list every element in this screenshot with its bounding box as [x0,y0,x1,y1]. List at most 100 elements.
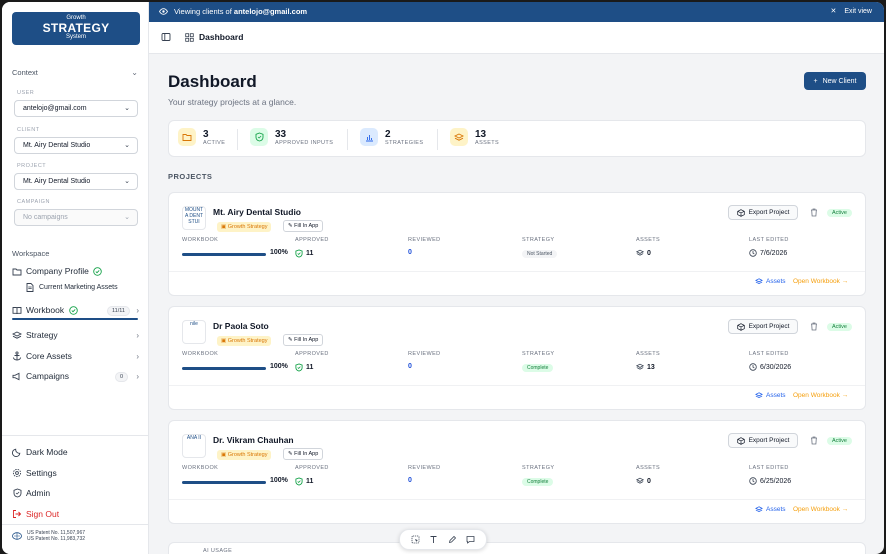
chevron-down-icon[interactable]: ⌄ [131,68,138,77]
layers-icon [12,330,22,340]
layers-icon [755,278,763,285]
project-card[interactable]: ANA II Dr. Vikram Chauhan ▣ Growth Strat… [168,420,866,524]
patent-info: US Patent No. 11,507,967 US Patent No. 1… [12,530,85,542]
project-card[interactable]: MOUNT A DENT STUI Mt. Airy Dental Studio… [168,192,866,296]
sidebar-toggle-icon[interactable] [161,32,171,42]
nav-workbook[interactable]: Workbook [12,305,78,315]
logo-line3: System [65,34,86,40]
open-workbook-link[interactable]: Open Workbook → [793,506,848,513]
folder-icon [12,266,22,276]
workbook-progress-bar [12,318,138,320]
sidebar-divider [2,435,149,436]
nav-strategy[interactable]: Strategy [12,330,58,340]
assets-link[interactable]: Assets [755,278,786,285]
trash-icon[interactable] [810,322,818,331]
dark-mode-label: Dark Mode [26,447,68,457]
context-heading[interactable]: Context [12,68,38,77]
app-frame: Growth STRATEGY System Context ⌄ USER an… [2,2,884,554]
user-select-value: antelojo@gmail.com [23,105,87,112]
export-project-button[interactable]: Export Project [728,319,798,334]
new-client-label: New Client [822,77,857,85]
shield-check-icon [295,363,303,372]
client-select[interactable]: Mt. Airy Dental Studio ⌄ [14,137,138,154]
page-subtitle: Your strategy projects at a glance. [168,97,297,107]
nav-core-assets[interactable]: Core Assets [12,351,72,361]
chevron-right-icon[interactable]: › [136,306,139,315]
assets-link[interactable]: Assets [755,392,786,399]
chevron-right-icon[interactable]: › [136,372,139,381]
project-name[interactable]: Mt. Airy Dental Studio [213,207,301,217]
patent-divider [2,524,149,525]
ai-usage-card: AI USAGE [168,542,866,554]
status-badge: Active [827,209,852,217]
comment-icon[interactable] [466,535,475,544]
open-workbook-link[interactable]: Open Workbook → [793,278,848,285]
approved-value: 11 [295,477,313,486]
project-name[interactable]: Dr. Vikram Chauhan [213,435,294,445]
nav-current-marketing-assets[interactable]: Current Marketing Assets [26,283,118,292]
logout-icon [12,509,22,519]
projects-heading: PROJECTS [168,172,213,181]
select-tool-icon[interactable] [411,535,420,544]
pencil-icon[interactable] [448,535,457,544]
new-client-button[interactable]: + New Client [804,72,866,90]
assets-link[interactable]: Assets [755,506,786,513]
book-icon [12,305,22,315]
trash-icon[interactable] [810,436,818,445]
check-circle-icon [68,305,78,315]
breadcrumb: Dashboard [185,32,243,42]
workbook-progress-bar [182,253,266,256]
close-icon: ✕ [830,8,837,15]
user-select[interactable]: antelojo@gmail.com ⌄ [14,100,138,117]
trash-icon[interactable] [810,208,818,217]
stat-active-value: 3 [203,128,209,140]
nav-admin[interactable]: Admin [12,488,50,498]
check-circle-icon [93,266,103,276]
moon-icon [12,447,22,457]
stat-approved-label: APPROVED INPUTS [275,139,334,146]
text-tool-icon[interactable] [429,535,438,544]
chevron-right-icon[interactable]: › [136,331,139,340]
export-project-button[interactable]: Export Project [728,433,798,448]
banner-email: antelojo@gmail.com [233,7,308,16]
shield-check-icon [295,477,303,486]
workbook-column-label: WORKBOOK [182,351,219,357]
nav-settings[interactable]: Settings [12,468,57,478]
workbook-percent: 100% [270,477,288,484]
export-project-button[interactable]: Export Project [728,205,798,220]
chevron-right-icon[interactable]: › [136,352,139,361]
dark-mode-toggle[interactable]: Dark Mode [12,447,68,457]
project-card[interactable]: nile Dr Paola Soto ▣ Growth Strategy ✎ F… [168,306,866,410]
shield-check-icon [295,249,303,258]
assets-value: 0 [636,249,651,257]
stat-assets-label: ASSETS [475,139,500,146]
exit-view-button[interactable]: ✕ Exit view [830,7,873,16]
project-card-footer: Assets Open Workbook → [169,271,865,295]
campaign-select[interactable]: No campaigns ⌄ [14,209,138,226]
fill-in-app-button[interactable]: ✎ Fill In App [283,448,324,460]
strategy-status-badge: Complete [522,478,554,486]
fill-in-app-button[interactable]: ✎ Fill In App [283,220,324,232]
nav-campaigns[interactable]: Campaigns [12,371,69,381]
status-badge: Active [827,323,852,331]
app-logo[interactable]: Growth STRATEGY System [12,12,140,45]
project-logo-text: nile [190,321,198,327]
project-name[interactable]: Dr Paola Soto [213,321,269,331]
fill-in-app-button[interactable]: ✎ Fill In App [283,334,324,346]
nav-company-profile[interactable]: Company Profile [12,266,103,276]
stat-active-label: ACTIVE [203,139,226,146]
project-label: PROJECT [17,163,47,169]
workbook-percent: 100% [270,363,288,370]
sign-out-button[interactable]: Sign Out [12,509,59,519]
nav-current-marketing-assets-label: Current Marketing Assets [39,284,118,291]
megaphone-icon [12,371,22,381]
layers-icon [636,477,644,485]
last-edited-value: 6/25/2026 [749,477,791,485]
growth-strategy-chip: ▣ Growth Strategy [217,450,272,460]
logo-line2: STRATEGY [42,21,110,35]
project-select[interactable]: Mt. Airy Dental Studio ⌄ [14,173,138,190]
workbook-progress-fill [182,253,266,256]
package-icon [736,208,745,217]
workspace-heading: Workspace [12,249,50,258]
open-workbook-link[interactable]: Open Workbook → [793,392,848,399]
